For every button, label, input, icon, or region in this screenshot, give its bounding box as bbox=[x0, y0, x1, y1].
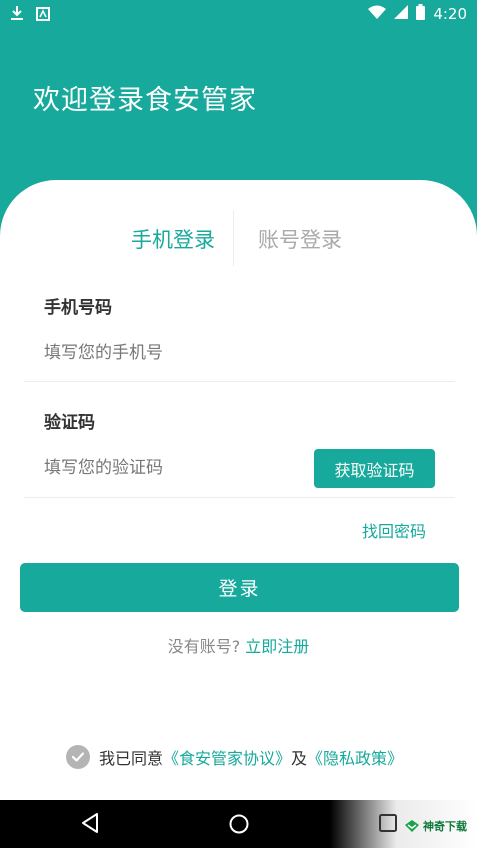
watermark-logo-icon bbox=[405, 820, 419, 832]
phone-label: 手机号码 bbox=[44, 298, 112, 318]
privacy-link[interactable]: 《隐私政策》 bbox=[307, 745, 403, 769]
login-card bbox=[0, 180, 477, 800]
tab-phone-login[interactable]: 手机登录 bbox=[131, 224, 215, 254]
get-code-button[interactable]: 获取验证码 bbox=[314, 449, 435, 488]
home-icon[interactable] bbox=[228, 813, 250, 839]
watermark: 神奇下载 bbox=[404, 818, 467, 834]
agreement-row: 我已同意 《食安管家协议》 及 《隐私政策》 bbox=[66, 745, 403, 769]
battery-icon bbox=[416, 4, 426, 24]
back-icon[interactable] bbox=[80, 812, 100, 838]
login-button[interactable]: 登录 bbox=[20, 563, 459, 612]
welcome-title: 欢迎登录食安管家 bbox=[33, 85, 257, 116]
app-notification-icon bbox=[36, 6, 50, 25]
navigation-bar: 神奇下载 bbox=[0, 800, 477, 848]
register-row: 没有账号? 立即注册 bbox=[0, 633, 477, 657]
code-label: 验证码 bbox=[44, 413, 95, 433]
watermark-text: 神奇下载 bbox=[423, 820, 467, 833]
code-divider bbox=[24, 497, 455, 498]
agreement-and: 及 bbox=[291, 749, 308, 768]
login-tabs: 手机登录 账号登录 bbox=[0, 210, 477, 266]
download-icon bbox=[10, 5, 24, 25]
wifi-icon bbox=[368, 5, 387, 23]
tab-divider bbox=[233, 210, 234, 266]
agreement-prefix: 我已同意 bbox=[99, 749, 164, 768]
status-time: 4:20 bbox=[433, 5, 467, 23]
signal-icon bbox=[394, 5, 409, 23]
tab-account-login[interactable]: 账号登录 bbox=[258, 224, 342, 254]
phone-input[interactable] bbox=[44, 341, 424, 365]
code-input[interactable] bbox=[44, 456, 294, 480]
agree-checkbox[interactable] bbox=[66, 745, 90, 769]
check-icon bbox=[71, 752, 85, 762]
phone-divider bbox=[24, 381, 455, 382]
register-prompt: 没有账号? bbox=[167, 637, 241, 656]
forgot-password-link[interactable]: 找回密码 bbox=[362, 518, 426, 542]
register-link[interactable]: 立即注册 bbox=[245, 637, 309, 656]
recents-icon[interactable] bbox=[379, 814, 397, 836]
terms-link[interactable]: 《食安管家协议》 bbox=[163, 745, 291, 769]
status-bar: 4:20 bbox=[0, 0, 477, 28]
